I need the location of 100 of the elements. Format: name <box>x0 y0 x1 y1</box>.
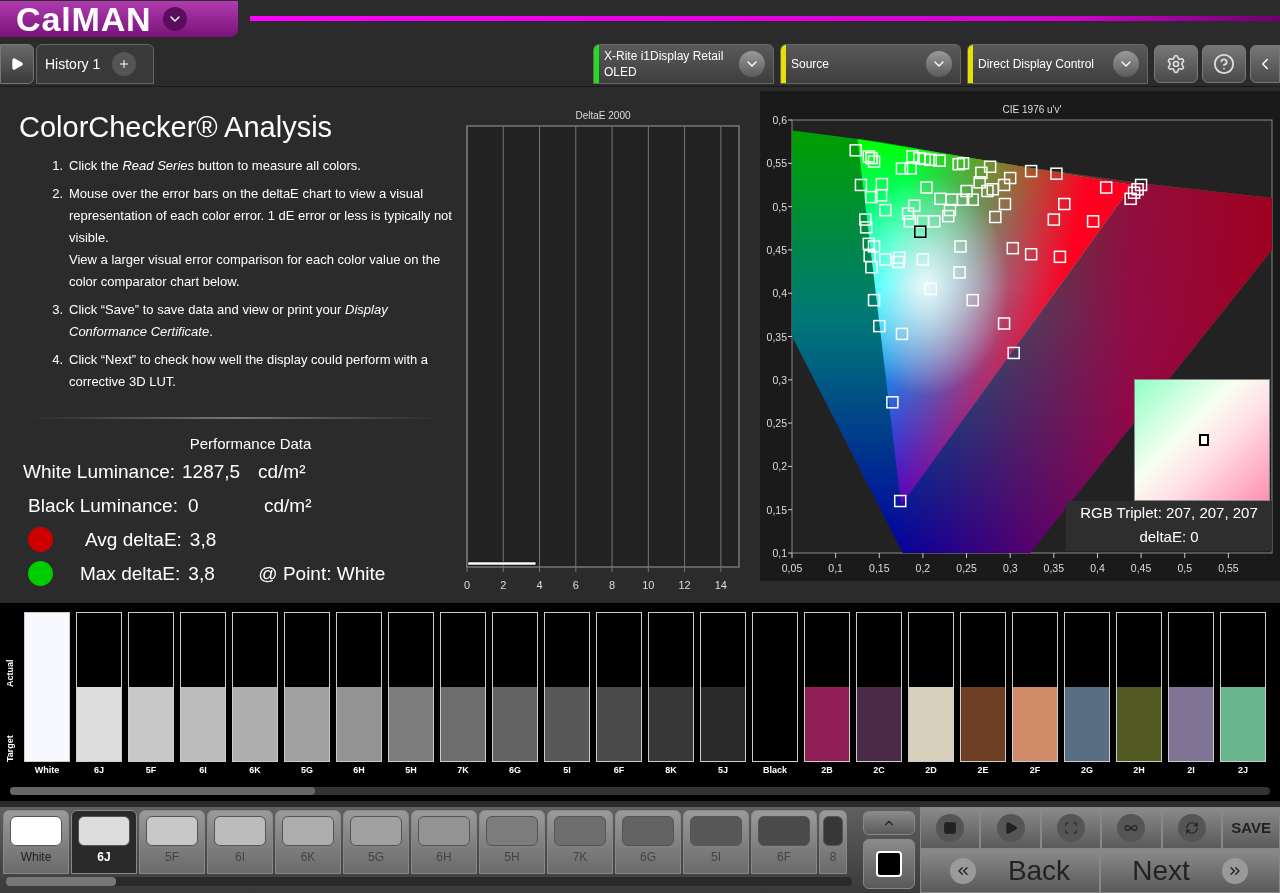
swatch-label: 2E <box>977 763 989 777</box>
axis-tick-label: 0,05 <box>781 562 803 575</box>
device-dropdown[interactable]: Direct Display Control <box>967 44 1148 85</box>
axis-tick-label: 14 <box>714 579 727 592</box>
swatch-label: 6J <box>94 763 104 777</box>
help-button[interactable] <box>1202 45 1246 84</box>
axis-tick-label: 0,45 <box>1130 562 1152 575</box>
error-bar <box>467 562 537 566</box>
device-dropdown[interactable]: X-Rite i1Display Retail OLED <box>593 44 774 85</box>
swatch-label: 2I <box>1187 763 1195 777</box>
step-number: 2. <box>51 185 64 204</box>
axis-tick-label: 8 <box>609 579 616 592</box>
axis-tick-label: 0,2 <box>772 460 787 473</box>
loop-button[interactable] <box>1101 807 1162 849</box>
dropdown-text: Direct Display Control <box>978 56 1096 73</box>
swatch-label: 6F <box>613 763 625 777</box>
metric-unit: cd/m² <box>258 459 306 484</box>
swatch-label: 2H <box>1133 763 1145 777</box>
collapse-button[interactable] <box>1250 45 1280 84</box>
settings-icon <box>1166 54 1186 75</box>
play-button[interactable] <box>980 807 1041 849</box>
axis-tick-label: 2 <box>500 579 507 592</box>
swatch-button[interactable]: White <box>3 810 69 874</box>
bracket-icon <box>1057 814 1085 842</box>
save-button[interactable]: SAVE <box>1222 807 1280 849</box>
axis-tick-label: 0 <box>463 579 471 592</box>
metric-value: 3,8 <box>189 527 218 552</box>
axis-tick-label: 0,25 <box>766 417 787 430</box>
expand-button[interactable] <box>0 44 34 85</box>
row-label: Target <box>4 733 17 762</box>
swatch-label: 5J <box>718 763 728 777</box>
axis-tick-label: 0,1 <box>828 562 843 575</box>
axis-tick-label: 0,4 <box>1090 562 1105 575</box>
axis-tick-label: 0,1 <box>772 547 787 560</box>
swatch-button-label: White <box>20 849 52 866</box>
swatch-label: White <box>34 763 60 777</box>
row-label: Actual <box>4 658 17 687</box>
device-dropdown[interactable]: Source <box>780 44 961 85</box>
chart-title: CIE 1976 u'v' <box>1002 104 1062 116</box>
add-tab-button[interactable] <box>112 52 137 77</box>
axis-tick-label: 0,4 <box>772 287 787 300</box>
swatch-label: 6K <box>249 763 261 777</box>
swatch-label: 2C <box>873 763 885 777</box>
stop-button[interactable] <box>863 839 915 889</box>
instruction-text: Click the Read Series button to measure all colors. <box>69 157 361 176</box>
swatch-label: 7K <box>457 763 469 777</box>
app-menu-button[interactable] <box>163 6 188 31</box>
metric-unit: cd/m² <box>264 493 312 518</box>
swatch-button[interactable]: 6J <box>71 810 137 874</box>
infinity-icon <box>1117 814 1146 842</box>
axis-tick-label: 0,5 <box>772 201 787 213</box>
swatch-label: 2D <box>925 763 937 777</box>
metric-label: White Luminance: <box>23 459 177 484</box>
swatch-label: 2G <box>1081 763 1093 777</box>
refresh-button[interactable] <box>1161 807 1223 849</box>
swatch-label: Black <box>763 763 787 777</box>
dropdown-text: X-Rite i1Display Retail <box>604 48 725 65</box>
next-button[interactable]: Next <box>1100 849 1280 893</box>
square-icon <box>876 851 902 877</box>
swatch-button-label: 6J <box>97 849 111 866</box>
swatch-label: 6H <box>353 763 365 777</box>
axis-tick-label: 0,3 <box>772 374 787 387</box>
play-icon <box>996 814 1025 842</box>
axis-tick-label: 0,5 <box>1177 562 1193 575</box>
history-tab[interactable]: History 1 <box>36 44 154 85</box>
double-chevron-right-icon <box>1221 858 1248 884</box>
metric-label: Max deltaE: <box>80 561 181 586</box>
section-heading: Performance Data <box>188 434 312 455</box>
deltae-label: deltaE: 0 <box>1139 527 1199 548</box>
swatch-label: 6G <box>509 763 521 777</box>
help-icon <box>1213 53 1235 76</box>
settings-button[interactable] <box>1154 45 1198 84</box>
swatch-label: 5H <box>405 763 417 777</box>
axis-tick-label: 4 <box>536 579 543 592</box>
instruction-text: Click “Next” to check how well the display could perform with a corrective 3D LUT. <box>69 351 430 392</box>
instruction-text: View a larger visual error comparison for each color value on the color comparator chart below. <box>69 251 442 292</box>
square-icon <box>936 814 965 842</box>
dropdown-caret-icon <box>739 51 765 78</box>
instruction-text: Click “Save” to save data and view or print your Display Conformance Certificate. <box>69 301 389 342</box>
dropdown-caret-icon <box>926 51 952 78</box>
axis-tick-label: 0,3 <box>1002 562 1018 575</box>
axis-tick-label: 0,15 <box>869 562 890 575</box>
double-chevron-left-icon <box>949 858 976 884</box>
step-number: 3. <box>51 301 64 320</box>
axis-tick-label: 0,6 <box>772 114 787 127</box>
dropdown-caret-icon <box>1113 51 1139 78</box>
metric-value: 0 <box>188 493 200 518</box>
swatch-label: 5I <box>563 763 571 777</box>
app-logo: CalMAN <box>0 0 238 37</box>
axis-tick-label: 0,2 <box>915 562 931 575</box>
metric-value: 1287,5 <box>182 459 242 484</box>
metric-label: Black Luminance: <box>28 493 179 518</box>
axis-tick-label: 0,35 <box>766 330 787 343</box>
axis-tick-label: 0,55 <box>766 157 787 170</box>
tab-label: History 1 <box>45 54 101 74</box>
back-button[interactable]: Back <box>920 849 1100 893</box>
dropdown-text: OLED <box>604 64 638 81</box>
page-title: ColorChecker® Analysis <box>19 110 334 146</box>
swatch-label: 8K <box>665 763 677 777</box>
step-number: 1. <box>51 157 64 176</box>
